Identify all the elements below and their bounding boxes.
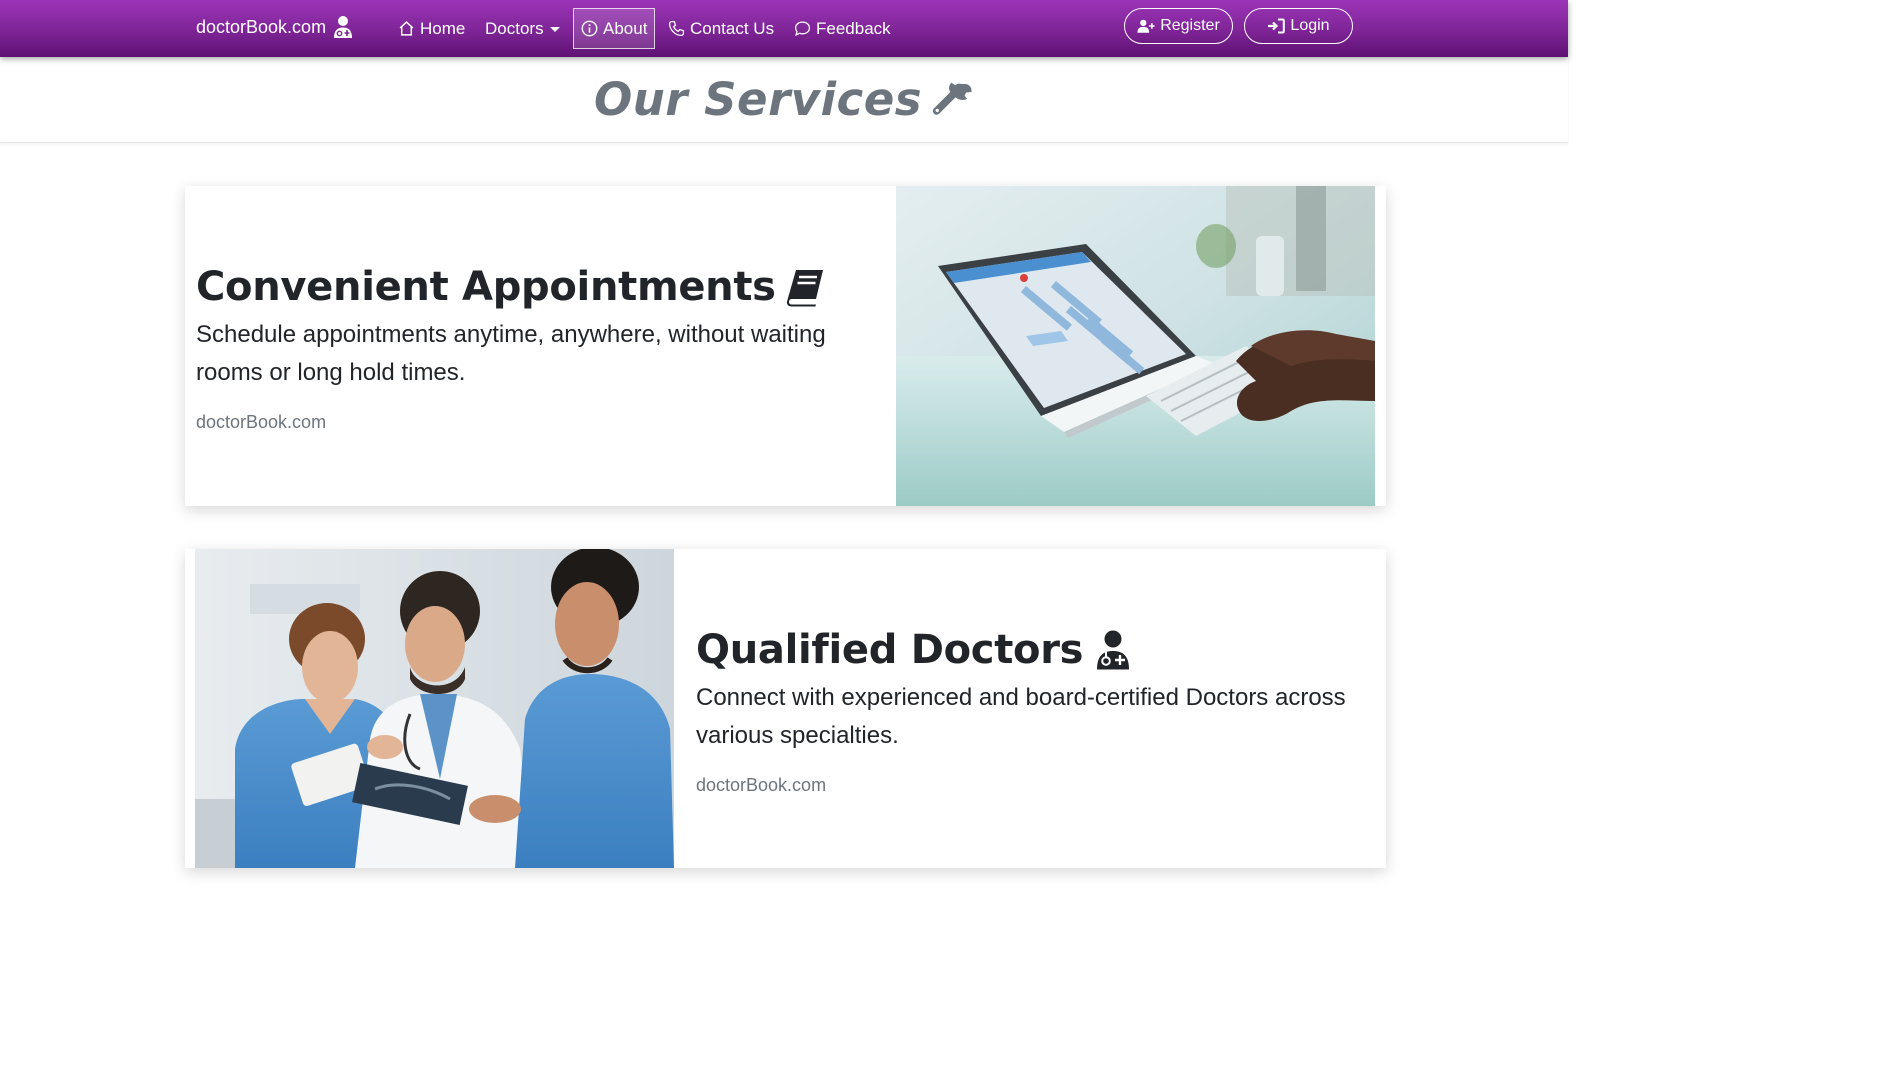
- nav-home-label: Home: [420, 18, 466, 38]
- home-icon: [399, 21, 414, 36]
- card-title: Qualified Doctors: [696, 627, 1376, 673]
- service-card-doctors: Qualified Doctors Connect with experienc…: [185, 549, 1386, 868]
- login-label: Login: [1290, 17, 1330, 34]
- card-description: Connect with experienced and board-certi…: [696, 684, 1346, 749]
- service-card-appointments: Convenient Appointments Schedule appoint…: [185, 186, 1386, 506]
- nav-doctors-dropdown[interactable]: Doctors: [481, 8, 564, 49]
- services-header: Our Services: [0, 57, 1568, 143]
- nav-feedback-label: Feedback: [816, 18, 891, 38]
- user-plus-icon: [1137, 19, 1155, 33]
- doctor-icon: [1097, 630, 1130, 670]
- nav-about-label: About: [603, 18, 648, 38]
- card-description: Schedule appointments anytime, anywhere,…: [196, 321, 826, 386]
- nav-contact[interactable]: Contact Us: [664, 8, 778, 49]
- card-title-text: Qualified Doctors: [696, 627, 1084, 673]
- book-icon: [786, 270, 823, 307]
- register-button[interactable]: Register: [1124, 8, 1233, 44]
- wrench-icon: [932, 82, 972, 115]
- page-title: Our Services: [593, 73, 922, 126]
- card-meta: doctorBook.com: [196, 412, 327, 432]
- doctors-team-illustration: [195, 549, 674, 868]
- sign-in-icon: [1268, 18, 1286, 34]
- card-body: Convenient Appointments Schedule appoint…: [196, 264, 886, 433]
- laptop-calendar-photo: [896, 186, 1375, 506]
- info-icon: [581, 20, 598, 37]
- nav-home[interactable]: Home: [394, 8, 469, 49]
- login-button[interactable]: Login: [1244, 8, 1353, 44]
- card-body: Qualified Doctors Connect with experienc…: [696, 627, 1376, 796]
- nav-contact-label: Contact Us: [690, 18, 775, 38]
- brand-name: doctorBook.com: [196, 16, 327, 37]
- chevron-down-icon: [549, 26, 560, 32]
- laptop-calendar-illustration: [896, 186, 1375, 506]
- brand-link[interactable]: doctorBook.com: [196, 13, 354, 41]
- nav-about[interactable]: About: [573, 8, 656, 49]
- doctors-team-photo: [195, 549, 674, 868]
- card-title: Convenient Appointments: [196, 264, 886, 310]
- card-meta: doctorBook.com: [696, 775, 827, 795]
- card-title-text: Convenient Appointments: [196, 264, 776, 310]
- navbar: doctorBook.com Home Doctors About Contac…: [0, 0, 1568, 57]
- phone-icon: [668, 20, 685, 37]
- nav-feedback[interactable]: Feedback: [790, 8, 895, 49]
- doctor-icon: [334, 16, 353, 38]
- register-label: Register: [1160, 17, 1220, 34]
- chat-icon: [794, 21, 811, 37]
- nav-doctors-label: Doctors: [485, 18, 544, 38]
